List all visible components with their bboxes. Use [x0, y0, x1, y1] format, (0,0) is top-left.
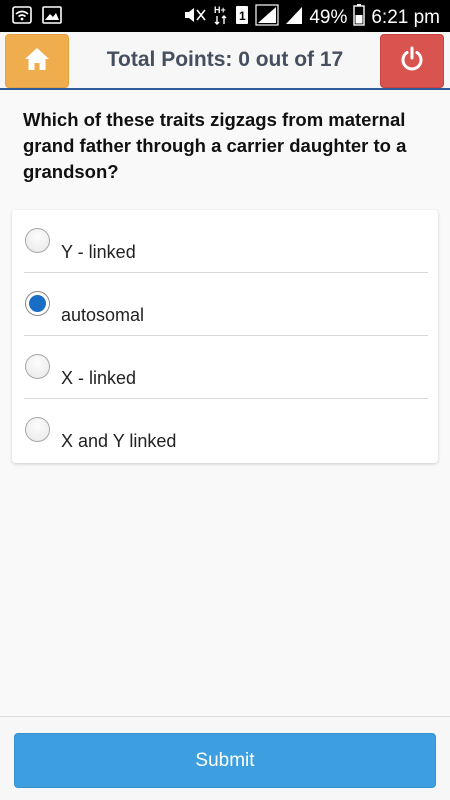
battery-icon: [353, 4, 366, 31]
app-header: Total Points: 0 out of 17: [0, 32, 450, 90]
network-ht-icon: H+: [213, 4, 229, 31]
svg-text:H+: H+: [214, 5, 226, 15]
question-text: Which of these traits zigzags from mater…: [23, 109, 407, 182]
power-icon: [399, 46, 425, 77]
battery-percent: 49%: [309, 6, 348, 28]
image-icon: [42, 6, 62, 29]
submit-button[interactable]: Submit: [14, 733, 436, 788]
wifi-icon: [12, 6, 32, 29]
option-label: autosomal: [61, 305, 145, 325]
option-label: Y - linked: [61, 242, 136, 262]
option-item[interactable]: X - linked: [12, 336, 438, 399]
radio-button[interactable]: [25, 354, 50, 379]
bottom-bar: Submit: [0, 716, 450, 800]
mute-icon: [183, 6, 207, 29]
radio-button[interactable]: [25, 417, 50, 442]
signal-2-icon: [285, 5, 303, 30]
options-list: Y - linked autosomal X - linked X and Y …: [12, 210, 438, 463]
option-item[interactable]: autosomal: [12, 273, 438, 336]
signal-icon: [255, 4, 279, 31]
option-item[interactable]: Y - linked: [12, 210, 438, 273]
total-points: Total Points: 0 out of 17: [106, 48, 344, 71]
home-button[interactable]: [5, 34, 69, 88]
radio-button-selected[interactable]: [25, 291, 50, 316]
home-icon: [24, 47, 50, 76]
clock-time: 6:21 pm: [371, 6, 440, 28]
svg-text:1: 1: [239, 9, 246, 23]
status-bar: H+ 1 49% 6:21 pm: [0, 0, 450, 32]
option-label: X and Y linked: [61, 431, 177, 451]
radio-button[interactable]: [25, 228, 50, 253]
power-button[interactable]: [380, 34, 444, 88]
option-label: X - linked: [61, 368, 137, 388]
option-item[interactable]: X and Y linked: [12, 399, 438, 462]
sim-1-icon: 1: [235, 5, 249, 30]
